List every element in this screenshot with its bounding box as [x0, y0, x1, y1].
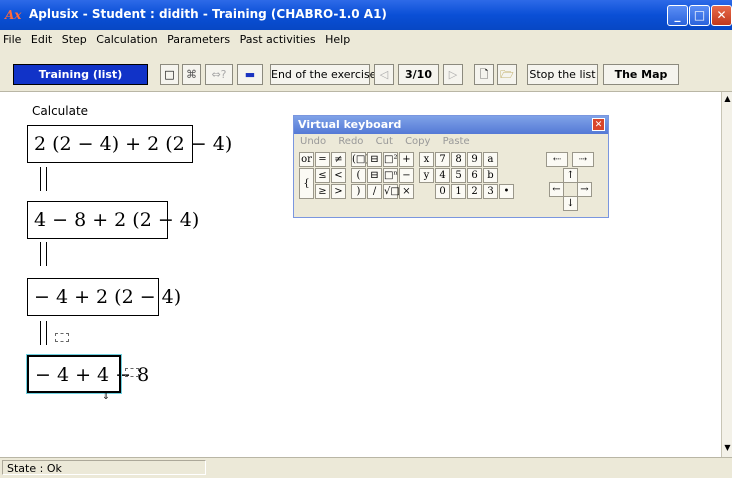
key-times[interactable]: ×	[399, 184, 414, 199]
equivalence-sign[interactable]	[40, 167, 47, 191]
virtual-keyboard: Virtual keyboard ✕ Undo Redo Cut Copy Pa…	[293, 115, 609, 218]
scroll-down-icon[interactable]: ▼	[723, 443, 732, 452]
map-button[interactable]: The Map	[603, 64, 679, 85]
progress-counter: 3/10	[398, 64, 439, 85]
new-document-icon[interactable]: 🗋	[474, 64, 494, 85]
key-5[interactable]: 5	[451, 168, 466, 183]
box-icon[interactable]: □	[160, 64, 179, 85]
minimize-button[interactable]: _	[667, 5, 688, 26]
kb-undo[interactable]: Undo	[300, 136, 326, 147]
key-fraction-2[interactable]: ⊟	[367, 168, 382, 183]
kb-copy[interactable]: Copy	[405, 136, 430, 147]
cursor-icon: ⇓	[102, 392, 110, 402]
menu-file[interactable]: File	[0, 30, 24, 46]
arrow-up-icon[interactable]: ↑	[563, 168, 578, 183]
keyboard-title: Virtual keyboard	[298, 118, 402, 131]
arrow-right-icon[interactable]: →	[577, 182, 592, 197]
key-7[interactable]: 7	[435, 152, 450, 167]
key-power[interactable]: □ⁿ	[383, 168, 398, 183]
key-equal[interactable]: =	[315, 152, 330, 167]
key-a[interactable]: a	[483, 152, 498, 167]
key-4[interactable]: 4	[435, 168, 450, 183]
key-b[interactable]: b	[483, 168, 498, 183]
next-icon[interactable]: ▷	[443, 64, 463, 85]
mode-button[interactable]: Training (list)	[13, 64, 148, 85]
key-greater-equal[interactable]: ≥	[315, 184, 330, 199]
key-3[interactable]: 3	[483, 184, 498, 199]
app-icon: Ax	[5, 8, 22, 22]
close-button[interactable]: ✕	[711, 5, 732, 26]
key-8[interactable]: 8	[451, 152, 466, 167]
key-paren-box[interactable]: (□)	[351, 152, 369, 167]
stop-list-button[interactable]: Stop the list	[527, 64, 598, 85]
status-bar: State : Ok	[0, 457, 732, 478]
step-expression-2[interactable]: 4 − 8 + 2 (2 − 4)	[27, 201, 199, 239]
open-folder-icon[interactable]: 🗁	[497, 64, 517, 85]
menu-step[interactable]: Step	[59, 30, 90, 46]
key-open-paren[interactable]: (	[351, 168, 366, 183]
cross-box-icon[interactable]: ⌘	[182, 64, 201, 85]
key-x[interactable]: x	[419, 152, 434, 167]
active-step-expression[interactable]: − 4 + 4 − 8	[26, 354, 149, 394]
equivalence-icon[interactable]: ⇔?	[205, 64, 233, 85]
equivalence-sign[interactable]	[40, 242, 47, 266]
empty-placeholder[interactable]	[55, 333, 69, 342]
kb-redo[interactable]: Redo	[338, 136, 363, 147]
maximize-button[interactable]: □	[689, 5, 710, 26]
arrow-down-icon[interactable]: ↓	[563, 196, 578, 211]
key-square[interactable]: □²	[383, 152, 398, 167]
title-bar: Ax Aplusix - Student : didith - Training…	[0, 0, 732, 30]
keyboard-title-bar[interactable]: Virtual keyboard ✕	[294, 116, 608, 134]
window-title: Aplusix - Student : didith - Training (C…	[29, 7, 387, 21]
menu-help[interactable]: Help	[322, 30, 353, 46]
menu-past-activities[interactable]: Past activities	[237, 30, 319, 46]
key-sqrt[interactable]: √□	[383, 184, 400, 199]
equivalence-sign[interactable]	[40, 321, 47, 345]
vertical-scrollbar[interactable]: ▲ ▼	[721, 92, 732, 457]
key-1[interactable]: 1	[451, 184, 466, 199]
key-fraction[interactable]: ⊟	[367, 152, 382, 167]
key-dot[interactable]: •	[499, 184, 514, 199]
status-text: State : Ok	[2, 460, 206, 475]
key-y[interactable]: y	[419, 168, 434, 183]
key-9[interactable]: 9	[467, 152, 482, 167]
key-or[interactable]: or	[299, 152, 314, 167]
key-greater[interactable]: >	[331, 184, 346, 199]
kb-cut[interactable]: Cut	[376, 136, 393, 147]
arrow-left-icon[interactable]: ←	[549, 182, 564, 197]
step-expression-3[interactable]: − 4 + 2 (2 − 4)	[27, 278, 181, 316]
kb-paste[interactable]: Paste	[443, 136, 470, 147]
keyboard-icon[interactable]: ▬	[237, 64, 263, 85]
keyboard-menu: Undo Redo Cut Copy Paste	[294, 134, 608, 150]
step-expression-1[interactable]: 2 (2 − 4) + 2 (2 − 4)	[27, 125, 232, 163]
key-minus[interactable]: −	[399, 168, 414, 183]
key-6[interactable]: 6	[467, 168, 482, 183]
key-less[interactable]: <	[331, 168, 346, 183]
menu-calculation[interactable]: Calculation	[93, 30, 160, 46]
key-2[interactable]: 2	[467, 184, 482, 199]
empty-placeholder[interactable]	[125, 368, 139, 377]
key-brace[interactable]: {	[299, 168, 314, 199]
menu-parameters[interactable]: Parameters	[164, 30, 233, 46]
key-slash[interactable]: /	[367, 184, 382, 199]
menu-bar: File Edit Step Calculation Parameters Pa…	[0, 30, 732, 48]
key-not-equal[interactable]: ≠	[331, 152, 346, 167]
end-of-exercise-button[interactable]: End of the exercise	[270, 64, 376, 85]
key-grid: or = ≠ (□) ⊟ □² + x 7 8 9 a ⇠ ⇢ { ≤ < ( …	[294, 150, 610, 216]
keyboard-close-button[interactable]: ✕	[592, 118, 605, 131]
key-select-left[interactable]: ⇠	[546, 152, 568, 167]
key-close-paren[interactable]: )	[351, 184, 366, 199]
scroll-up-icon[interactable]: ▲	[723, 94, 732, 103]
previous-icon[interactable]: ◁	[374, 64, 394, 85]
key-select-right[interactable]: ⇢	[572, 152, 594, 167]
key-less-equal[interactable]: ≤	[315, 168, 330, 183]
prompt-label: Calculate	[32, 104, 89, 118]
key-0[interactable]: 0	[435, 184, 450, 199]
toolbar: Training (list) □ ⌘ ⇔? ▬ End of the exer…	[0, 48, 732, 92]
key-plus[interactable]: +	[399, 152, 414, 167]
menu-edit[interactable]: Edit	[28, 30, 55, 46]
